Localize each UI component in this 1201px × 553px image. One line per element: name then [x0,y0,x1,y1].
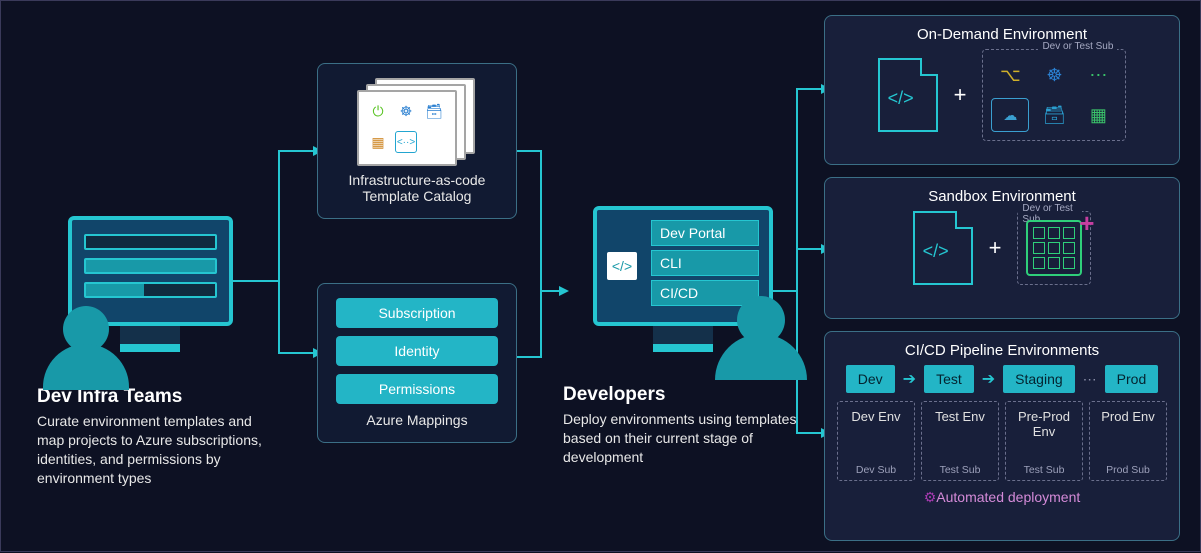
env-sub: Dev Sub [842,464,910,476]
mapping-subscription: Subscription [336,298,498,328]
pipeline-environments-panel: CI/CD Pipeline Environments Dev ➔ Test ➔… [824,331,1180,541]
developers-block: </> Dev Portal CLI CI/CD Developers Depl… [563,206,803,467]
env-sub: Test Sub [1010,464,1078,476]
app-grid-icon: ▦ [1079,98,1117,132]
env-name: Prod Env [1094,410,1162,425]
template-doc-icon: </> [878,58,938,132]
architecture-diagram: Dev Infra Teams Curate environment templ… [0,0,1201,552]
env-name: Dev Env [842,410,910,425]
stage-prod: Prod [1105,365,1159,393]
power-icon: ⏻ [367,100,389,122]
developers-description: Deploy environments using templates base… [563,410,803,467]
mapping-permissions: Permissions [336,374,498,404]
ellipsis-icon: ⋯ [1083,371,1097,388]
subscription-box: Dev or Test Sub ⌥ ☸ ⋯ ☁ 🗃 ▦ [982,49,1126,141]
dev-infra-description: Curate environment templates and map pro… [37,412,263,488]
code-file-icon: </> [607,252,637,280]
user-torso-icon [43,344,129,390]
sandbox-environment-panel: Sandbox Environment </> + Dev or Test Su… [824,177,1180,319]
iac-template-catalog-panel: ⏻ ☸ 🗃 ▦ <··> Infrastructure-as-code Temp… [317,63,517,219]
kubernetes-icon: ☸ [1035,58,1073,92]
azure-mappings-panel: Subscription Identity Permissions Azure … [317,283,517,443]
add-plus-icon: + [1079,208,1094,239]
sandbox-title: Sandbox Environment [837,188,1167,205]
plus-icon: + [989,235,1002,261]
template-stack-icon: ⏻ ☸ 🗃 ▦ <··> [357,78,477,164]
mappings-title: Azure Mappings [336,412,498,428]
on-demand-title: On-Demand Environment [837,26,1167,43]
pipeline-stages-row: Dev ➔ Test ➔ Staging ⋯ Prod [837,365,1167,393]
arrow-right-icon: ➔ [982,369,995,389]
developers-title: Developers [563,384,803,406]
on-demand-environment-panel: On-Demand Environment </> + Dev or Test … [824,15,1180,165]
env-name: Test Env [926,410,994,425]
dev-infra-teams-block: Dev Infra Teams Curate environment templ… [37,216,263,488]
stage-dev: Dev [846,365,895,393]
mapping-identity: Identity [336,336,498,366]
env-sub: Prod Sub [1094,464,1162,476]
env-sub: Test Sub [926,464,994,476]
env-preprod: Pre-Prod Env Test Sub [1005,401,1083,481]
more-icon: ⋯ [1079,58,1117,92]
arm-template-icon: ▦ [367,131,389,153]
user-torso-icon [715,334,807,380]
cloud-app-icon: ☁ [991,98,1029,132]
stage-staging: Staging [1003,365,1074,393]
dev-option-portal: Dev Portal [651,220,759,246]
iac-title: Infrastructure-as-code Template Catalog [336,172,498,204]
plus-icon: + [954,82,967,108]
pipeline-title: CI/CD Pipeline Environments [837,342,1167,359]
automated-deployment-label: Automated deployment [837,489,1167,506]
template-doc-icon: </> [913,211,973,285]
kubernetes-icon: ☸ [395,100,417,122]
stage-test: Test [924,365,974,393]
env-prod: Prod Env Prod Sub [1089,401,1167,481]
database-bolt-icon: 🗃 [1035,98,1073,132]
dev-option-cicd: CI/CD [651,280,759,306]
code-icon: <··> [395,131,417,153]
dev-option-cli: CLI [651,250,759,276]
env-dev: Dev Env Dev Sub [837,401,915,481]
subscription-box: Dev or Test Sub + [1017,211,1091,285]
git-icon: ⌥ [991,58,1029,92]
app-grid-new-icon: + [1026,220,1082,276]
env-name: Pre-Prod Env [1010,410,1078,440]
pipeline-envs-row: Dev Env Dev Sub Test Env Test Sub Pre-Pr… [837,401,1167,481]
database-icon: 🗃 [423,100,445,122]
env-test: Test Env Test Sub [921,401,999,481]
subscription-label: Dev or Test Sub [1038,41,1117,52]
arrow-right-icon: ➔ [903,369,916,389]
